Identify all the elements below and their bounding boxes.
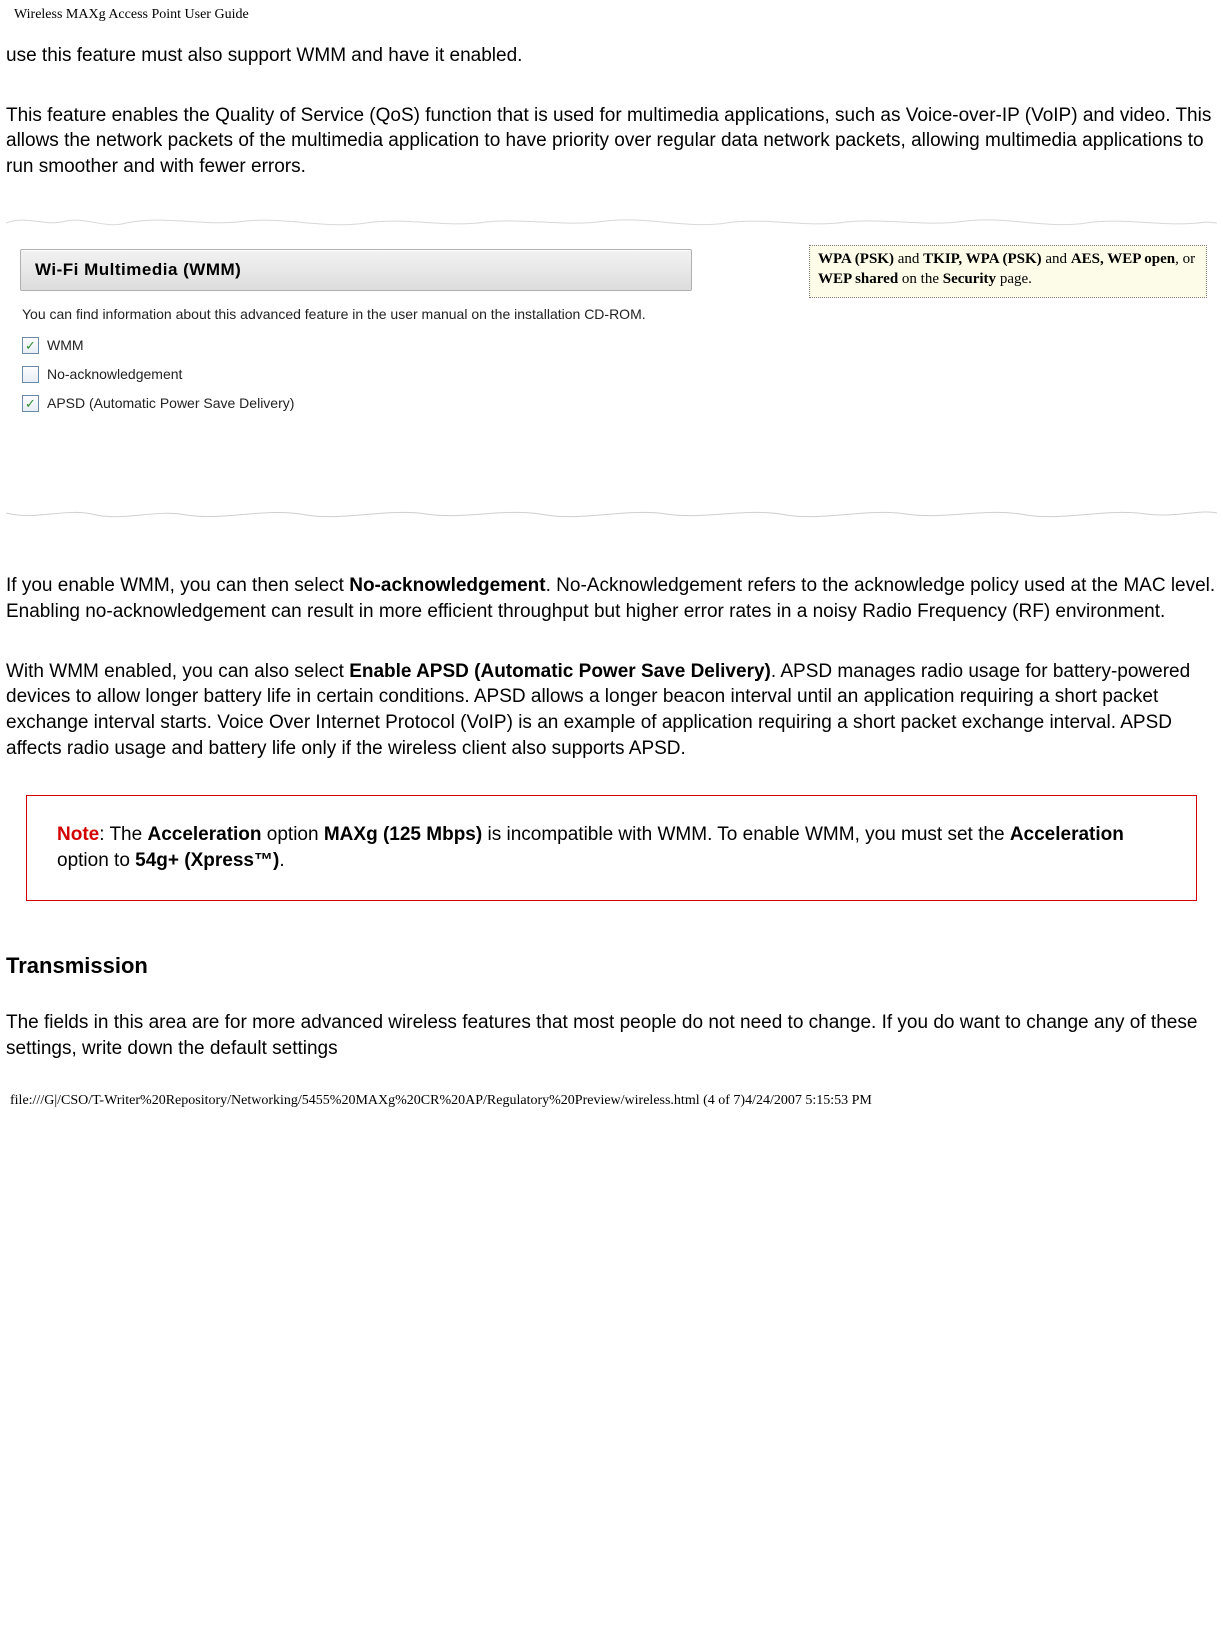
apsd-checkbox-label: APSD (Automatic Power Save Delivery)	[47, 394, 294, 413]
paragraph-apsd: With WMM enabled, you can also select En…	[6, 659, 1217, 762]
torn-edge-bottom	[6, 503, 1217, 523]
tooltip-text: and	[1042, 251, 1071, 267]
security-tooltip: WPA (PSK) and TKIP, WPA (PSK) and AES, W…	[809, 245, 1207, 298]
tooltip-bold: AES, WEP open	[1071, 251, 1175, 267]
apsd-checkbox[interactable]: ✓	[22, 395, 39, 412]
screenshot-content: WPA (PSK) and TKIP, WPA (PSK) and AES, W…	[8, 227, 1215, 505]
tooltip-text: , or	[1175, 251, 1195, 267]
wmm-description: You can find information about this adva…	[22, 305, 1215, 324]
text: : The	[99, 824, 147, 845]
wmm-section-header: Wi-Fi Multimedia (WMM)	[20, 249, 692, 291]
bold-apsd: Enable APSD (Automatic Power Save Delive…	[349, 661, 771, 682]
text: option to	[57, 850, 135, 871]
wmm-screenshot: WPA (PSK) and TKIP, WPA (PSK) and AES, W…	[6, 213, 1217, 523]
wmm-checkbox-label: WMM	[47, 336, 84, 355]
tooltip-text: on the	[898, 271, 943, 287]
tooltip-bold: TKIP, WPA (PSK)	[923, 251, 1042, 267]
checkbox-row-apsd: ✓ APSD (Automatic Power Save Delivery)	[22, 394, 1215, 413]
bold: MAXg (125 Mbps)	[324, 824, 482, 845]
text: option	[262, 824, 324, 845]
page-header: Wireless MAXg Access Point User Guide	[14, 6, 1217, 25]
tooltip-text: and	[894, 251, 923, 267]
checkbox-row-noack: No-acknowledgement	[22, 365, 1215, 384]
text: With WMM enabled, you can also select	[6, 661, 349, 682]
paragraph-intro-continued: use this feature must also support WMM a…	[6, 43, 1217, 69]
paragraph-qos-description: This feature enables the Quality of Serv…	[6, 103, 1217, 180]
note-label: Note	[57, 824, 99, 845]
tooltip-bold: WPA (PSK)	[818, 251, 894, 267]
bold-noack: No-acknowledgement	[349, 575, 545, 596]
noack-checkbox[interactable]	[22, 366, 39, 383]
tooltip-text: page.	[996, 271, 1032, 287]
bold: Acceleration	[1010, 824, 1124, 845]
note-box: Note: The Acceleration option MAXg (125 …	[26, 795, 1197, 900]
tooltip-bold: Security	[943, 271, 996, 287]
wmm-checkbox[interactable]: ✓	[22, 337, 39, 354]
text: .	[279, 850, 284, 871]
bold: 54g+ (Xpress™)	[135, 850, 279, 871]
transmission-heading: Transmission	[6, 951, 1217, 981]
paragraph-noack: If you enable WMM, you can then select N…	[6, 573, 1217, 624]
paragraph-transmission: The fields in this area are for more adv…	[6, 1010, 1217, 1061]
noack-checkbox-label: No-acknowledgement	[47, 365, 182, 384]
text: is incompatible with WMM. To enable WMM,…	[482, 824, 1010, 845]
bold: Acceleration	[147, 824, 261, 845]
checkbox-row-wmm: ✓ WMM	[22, 336, 1215, 355]
text: If you enable WMM, you can then select	[6, 575, 349, 596]
tooltip-bold: WEP shared	[818, 271, 898, 287]
page-footer: file:///G|/CSO/T-Writer%20Repository/Net…	[10, 1092, 1217, 1111]
